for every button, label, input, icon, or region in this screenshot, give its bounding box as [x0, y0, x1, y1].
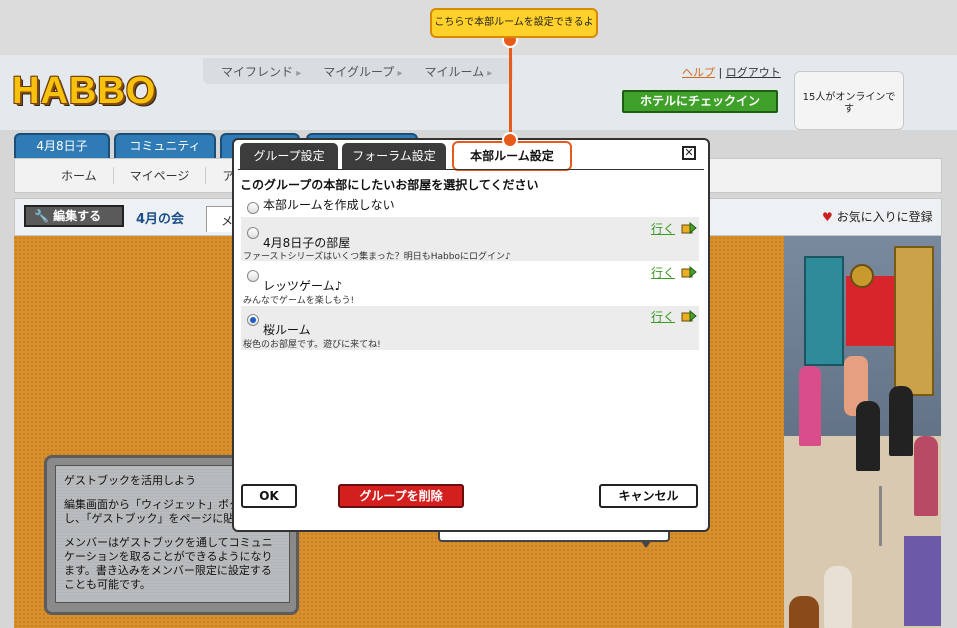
top-nav: マイフレンド マイグループ マイルーム [203, 58, 513, 84]
room-option-3[interactable]: 桜ルーム 桜色のお部屋です。遊びに来てね! 行く [241, 306, 699, 350]
tab-group-settings[interactable]: グループ設定 [240, 143, 338, 169]
checkin-button[interactable]: ホテルにチェックイン [622, 90, 778, 113]
favorite-label: お気に入りに登録 [836, 210, 933, 224]
go-link[interactable]: 行く [651, 220, 675, 237]
subnav-home[interactable]: ホーム [45, 167, 114, 184]
tab-community[interactable]: コミュニティ [114, 133, 216, 158]
help-link[interactable]: ヘルプ [682, 66, 715, 79]
dialog-title: このグループの本部にしたいお部屋を選択してください [240, 178, 539, 192]
room-option-1[interactable]: 4月8日子の部屋 ファーストシリーズはいくつ集まった？明日もHabboにログイン… [241, 217, 699, 262]
callout-line [509, 40, 512, 138]
room-option-2[interactable]: レッツゲーム♪ みんなでゲームを楽しもう! 行く [241, 262, 699, 306]
radio-none[interactable] [247, 202, 259, 214]
nav-my-groups[interactable]: マイグループ [323, 63, 402, 80]
go-link[interactable]: 行く [651, 308, 675, 325]
guestbook-line-3: メンバーはゲストブックを通してコミュニケーションを取ることができるようになります… [64, 536, 273, 591]
radio-room-2[interactable] [247, 270, 259, 282]
heart-icon: ♥ [822, 210, 833, 224]
room-scene-image [784, 236, 941, 628]
room-name: 本部ルームを作成しない [263, 198, 395, 212]
close-icon[interactable]: ✕ [682, 146, 696, 160]
room-description: みんなでゲームを楽しもう! [243, 296, 355, 306]
go-link[interactable]: 行く [651, 264, 675, 281]
wrench-icon: 🔧 [34, 209, 49, 223]
radio-room-1[interactable] [247, 227, 259, 239]
delete-group-button[interactable]: グループを削除 [338, 484, 464, 508]
nav-my-friends[interactable]: マイフレンド [221, 63, 301, 80]
room-option-none[interactable]: 本部ルームを作成しない [241, 194, 699, 216]
enter-room-icon[interactable] [681, 222, 697, 234]
ok-button[interactable]: OK [241, 484, 297, 508]
tab-user[interactable]: 4月8日子 [14, 133, 110, 158]
room-description: ファーストシリーズはいくつ集まった？明日もHabboにログイン♪ [243, 252, 511, 262]
speech-bubble-tail [640, 540, 652, 548]
tab-forum-settings[interactable]: フォーラム設定 [342, 143, 446, 169]
logout-link[interactable]: ログアウト [726, 66, 781, 79]
top-links: ヘルプ | ログアウト [682, 64, 781, 80]
radio-room-3[interactable] [247, 314, 259, 326]
callout-tooltip: こちらで本部ルームを設定できるよ [430, 8, 598, 38]
callout-dot-bottom [502, 132, 518, 148]
cancel-button[interactable]: キャンセル [599, 484, 698, 508]
room-name: レッツゲーム♪ [263, 279, 343, 293]
online-count: 15人がオンラインです [794, 71, 904, 130]
room-description: 桜色のお部屋です。遊びに来てね! [243, 340, 381, 350]
group-name: 4月の会 [136, 212, 185, 227]
room-name: 桜ルーム [263, 323, 311, 337]
favorite-link[interactable]: ♥ お気に入りに登録 [822, 208, 933, 225]
tab-divider [238, 169, 704, 170]
edit-label: 編集する [53, 209, 102, 223]
enter-room-icon[interactable] [681, 266, 697, 278]
link-separator: | [718, 66, 723, 79]
enter-room-icon[interactable] [681, 310, 697, 322]
subnav-mypage[interactable]: マイページ [114, 167, 207, 184]
nav-my-rooms[interactable]: マイルーム [424, 63, 492, 80]
edit-button[interactable]: 🔧 編集する [24, 205, 124, 227]
habbo-logo[interactable]: HABBO [12, 70, 156, 113]
